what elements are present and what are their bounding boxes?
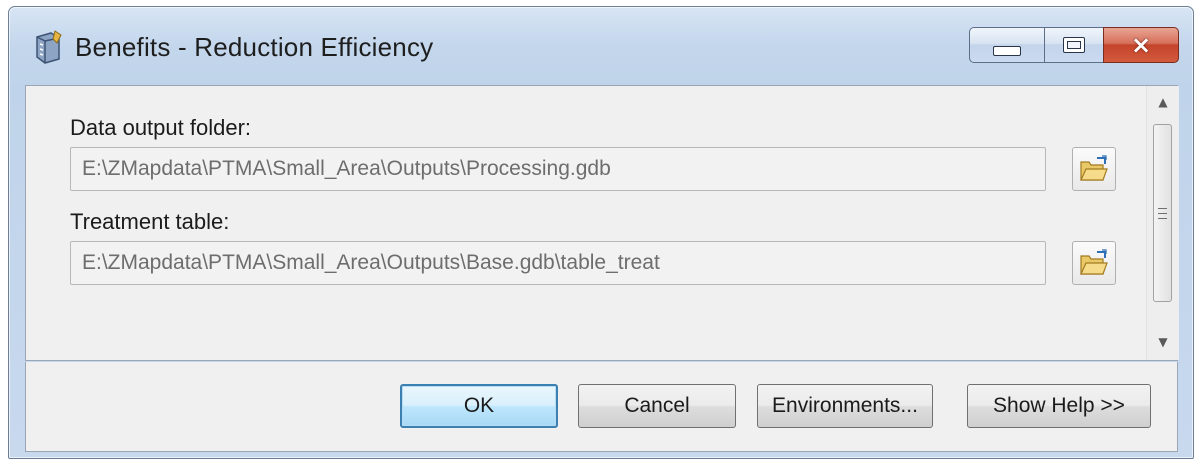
scroll-down-arrow-icon[interactable]: ▼ xyxy=(1147,330,1179,354)
vertical-scrollbar[interactable]: ▲ ▼ xyxy=(1146,86,1179,360)
grip-icon xyxy=(1158,207,1167,219)
close-button[interactable]: × xyxy=(1103,27,1179,63)
treatment-table-browse-button[interactable] xyxy=(1072,241,1116,285)
data-output-folder-input[interactable]: E:\ZMapdata\PTMA\Small_Area\Outputs\Proc… xyxy=(70,147,1046,191)
cancel-button[interactable]: Cancel xyxy=(578,384,736,428)
window-title: Benefits - Reduction Efficiency xyxy=(75,32,434,62)
data-output-folder-browse-button[interactable] xyxy=(1072,147,1116,191)
show-help-button[interactable]: Show Help >> xyxy=(967,384,1151,428)
ok-button[interactable]: OK xyxy=(400,384,558,428)
parameters-panel: Data output folder: E:\ZMapdata\PTMA\Sma… xyxy=(25,85,1179,361)
toolbox-icon xyxy=(36,30,62,64)
scroll-up-arrow-icon[interactable]: ▲ xyxy=(1147,90,1179,114)
environments-button[interactable]: Environments... xyxy=(757,384,933,428)
treatment-table-label: Treatment table: xyxy=(70,209,230,234)
treatment-table-input[interactable]: E:\ZMapdata\PTMA\Small_Area\Outputs\Base… xyxy=(70,241,1046,285)
close-icon: × xyxy=(1130,31,1152,59)
maximize-icon xyxy=(1063,37,1085,53)
title-bar[interactable]: Benefits - Reduction Efficiency × xyxy=(9,7,1193,87)
maximize-button[interactable] xyxy=(1044,27,1104,63)
data-output-folder-label: Data output folder: xyxy=(70,115,252,140)
folder-open-icon xyxy=(1080,155,1108,181)
minimize-icon xyxy=(993,46,1021,56)
folder-open-icon xyxy=(1080,249,1108,275)
scroll-thumb[interactable] xyxy=(1153,124,1172,302)
minimize-button[interactable] xyxy=(969,27,1045,63)
tool-dialog-window: Benefits - Reduction Efficiency × Data o… xyxy=(8,6,1194,459)
button-bar: OK Cancel Environments... Show Help >> xyxy=(25,362,1178,452)
